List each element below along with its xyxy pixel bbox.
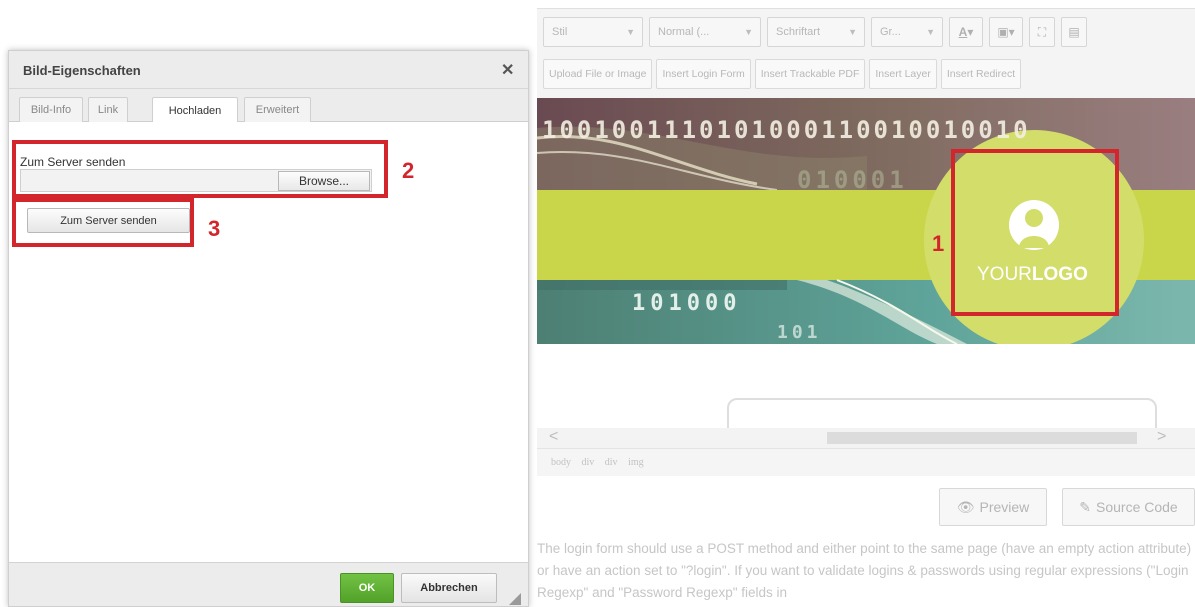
dialog-title-bar[interactable]: Bild-Eigenschaften ✕ (9, 51, 528, 89)
binary-text-low: 101000 (632, 291, 741, 316)
preview-button-label: Preview (979, 499, 1030, 515)
path-item[interactable]: div (605, 457, 618, 468)
chevron-down-icon: ▼ (926, 27, 935, 37)
help-text: The login form should use a POST method … (537, 541, 1192, 600)
scroll-left-icon[interactable]: < (549, 428, 558, 446)
binary-text-low2: 101 (777, 322, 822, 343)
horizontal-scrollbar[interactable]: < > (537, 428, 1195, 448)
annotation-number-1: 1 (932, 231, 945, 256)
annotation-number-2: 2 (402, 158, 415, 183)
dialog-title: Bild-Eigenschaften (23, 63, 141, 78)
show-blocks-icon[interactable]: ▤ (1061, 17, 1087, 47)
annotation-box-2 (12, 140, 388, 198)
image-properties-dialog: Bild-Eigenschaften ✕ Bild-Info Link Hoch… (8, 50, 529, 607)
resize-grip-icon[interactable] (509, 593, 521, 605)
tab-bild-info[interactable]: Bild-Info (19, 97, 83, 122)
style-combo[interactable]: Stil ▼ (543, 17, 643, 47)
annotation-box-1 (951, 149, 1119, 316)
upload-file-button[interactable]: Upload File or Image (543, 59, 653, 89)
format-combo-label: Normal (... (658, 26, 710, 38)
chevron-down-icon: ▼ (626, 27, 635, 37)
path-item[interactable]: div (582, 457, 595, 468)
editor-toolbar: Stil ▼ Normal (... ▼ Schriftart ▼ Gr... ▼ A ▾… (537, 8, 1195, 98)
edit-icon: ✎ (1079, 498, 1091, 515)
insert-login-form-button[interactable]: Insert Login Form (656, 59, 751, 89)
annotation-number-3: 3 (208, 216, 221, 241)
tab-erweitert[interactable]: Erweitert (244, 97, 311, 122)
insert-layer-button[interactable]: Insert Layer (869, 59, 937, 89)
text-color-icon[interactable]: A ▾ (949, 17, 983, 47)
maximize-icon[interactable]: ⛶ (1029, 17, 1055, 47)
binary-text-top: 1001001110101000110010010010 (542, 116, 1031, 144)
binary-text-mid: 010001 (797, 166, 908, 194)
preview-button[interactable]: 👁 Preview (939, 488, 1047, 526)
rich-text-editor: Stil ▼ Normal (... ▼ Schriftart ▼ Gr... ▼ A ▾… (537, 8, 1195, 607)
font-combo[interactable]: Schriftart ▼ (767, 17, 865, 47)
tab-link[interactable]: Link (88, 97, 128, 122)
cancel-button[interactable]: Abbrechen (401, 573, 497, 603)
path-item[interactable]: body (551, 457, 571, 468)
eye-icon: 👁 (956, 498, 975, 515)
insert-redirect-button[interactable]: Insert Redirect (940, 59, 1022, 89)
insert-trackable-pdf-button[interactable]: Insert Trackable PDF (754, 59, 866, 89)
chevron-down-icon: ▼ (744, 27, 753, 37)
toolbar-row-plugins: Upload File or Image Insert Login Form I… (543, 59, 1022, 89)
login-form-frame (727, 398, 1157, 428)
tab-hochladen[interactable]: Hochladen (152, 97, 238, 123)
toolbar-row-formatting: Stil ▼ Normal (... ▼ Schriftart ▼ Gr... ▼ A ▾… (543, 17, 1087, 47)
path-item[interactable]: img (628, 457, 644, 468)
dialog-tabs: Bild-Info Link Hochladen Erweitert (9, 89, 528, 123)
background-color-icon[interactable]: ▣▾ (989, 17, 1023, 47)
dialog-footer: OK Abbrechen (9, 562, 528, 606)
size-combo-label: Gr... (880, 26, 901, 38)
close-icon[interactable]: ✕ (501, 60, 514, 80)
chevron-down-icon: ▼ (848, 27, 857, 37)
source-code-button[interactable]: ✎ Source Code (1062, 488, 1195, 526)
format-combo[interactable]: Normal (... ▼ (649, 17, 761, 47)
annotation-box-3 (12, 198, 194, 247)
scroll-right-icon[interactable]: > (1157, 428, 1166, 446)
scrollbar-thumb[interactable] (827, 432, 1137, 444)
size-combo[interactable]: Gr... ▼ (871, 17, 943, 47)
ok-button[interactable]: OK (340, 573, 394, 603)
font-combo-label: Schriftart (776, 26, 821, 38)
element-path-bar: body div div img (537, 448, 1195, 476)
style-combo-label: Stil (552, 26, 568, 38)
source-code-button-label: Source Code (1096, 499, 1178, 515)
